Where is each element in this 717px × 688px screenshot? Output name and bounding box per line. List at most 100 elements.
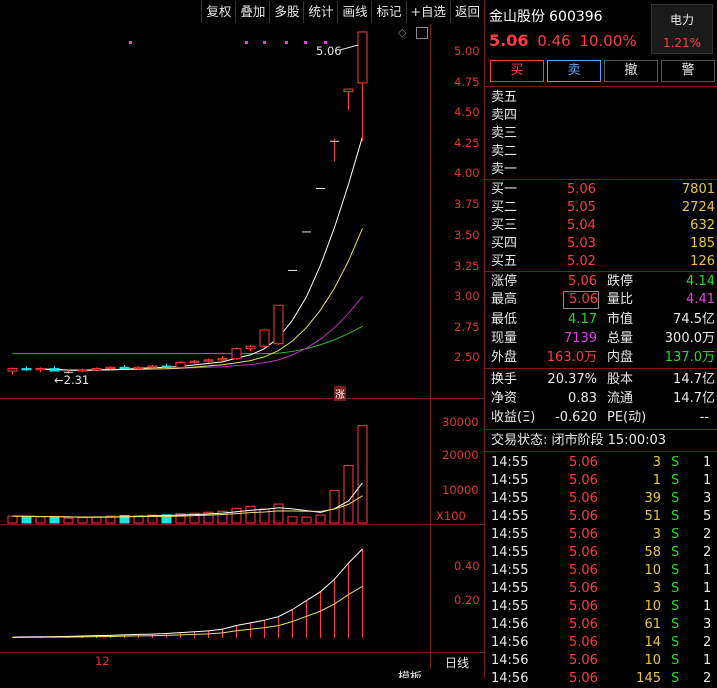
- alert-button[interactable]: 警: [661, 60, 715, 82]
- price-tick: 2.50: [454, 350, 480, 364]
- price-tick: 3.25: [454, 259, 480, 273]
- stat-label: PE(动): [607, 410, 647, 425]
- toolbar-add-watchlist-button[interactable]: +自选: [405, 1, 450, 23]
- tick-time: 14:56: [491, 653, 529, 668]
- ask-row[interactable]: 卖四: [491, 107, 715, 125]
- candle-body: [105, 366, 116, 370]
- bid-row[interactable]: 买二 5.05 2724: [491, 199, 715, 217]
- eps-value: -0.620: [555, 410, 597, 425]
- stat-label: 量比: [607, 292, 634, 307]
- tick-price: 5.06: [569, 599, 598, 614]
- bid-price: 5.04: [567, 218, 596, 233]
- tick-count: 2: [703, 545, 712, 560]
- divider: [485, 451, 717, 452]
- candle-body: [147, 365, 158, 368]
- bid-row[interactable]: 买一 5.06 7801: [491, 181, 715, 199]
- candle-body: [259, 329, 270, 347]
- tick-time: 14:55: [491, 599, 529, 614]
- date-label: 12: [95, 654, 110, 668]
- toolbar-fuquan-button[interactable]: 复权: [201, 1, 235, 23]
- buy-button[interactable]: 买: [490, 60, 544, 82]
- divider: [485, 179, 717, 180]
- toolbar-mark-button[interactable]: 标记: [371, 1, 405, 23]
- period-button[interactable]: 日线: [445, 654, 469, 671]
- tick-count: 2: [703, 527, 712, 542]
- price-tick: 2.75: [454, 320, 480, 334]
- ask-row[interactable]: 卖三: [491, 125, 715, 143]
- tick-count: 1: [703, 563, 712, 578]
- high-marker-label: 5.06: [316, 44, 342, 58]
- price-tick: 4.25: [454, 136, 480, 150]
- bid-price: 5.03: [567, 236, 596, 251]
- volume-tick: 20000: [442, 448, 479, 462]
- tick-row: 14:55 5.06 10 S 1: [491, 598, 715, 616]
- ask-row[interactable]: 卖五: [491, 89, 715, 107]
- volume-bar: [273, 503, 284, 524]
- candle-body: [245, 345, 256, 350]
- volume-bar: [7, 515, 18, 524]
- toolbar-overlay-button[interactable]: 叠加: [235, 1, 269, 23]
- bid-volume: 185: [690, 236, 715, 251]
- bid-row[interactable]: 买五 5.02 126: [491, 253, 715, 271]
- bid-row[interactable]: 买三 5.04 632: [491, 217, 715, 235]
- stat-label: 现量: [491, 331, 518, 346]
- stock-title: 金山股份 600396: [489, 6, 603, 26]
- turnover-value: 20.37%: [547, 372, 597, 387]
- bid-row[interactable]: 买四 5.03 185: [491, 235, 715, 253]
- tick-time: 14:55: [491, 491, 529, 506]
- float-value: 14.7亿: [673, 391, 715, 406]
- cancel-order-button[interactable]: 撤: [604, 60, 658, 82]
- ask-row[interactable]: 卖二: [491, 143, 715, 161]
- stat-label: 最低: [491, 312, 518, 327]
- tick-price: 5.06: [569, 617, 598, 632]
- stat-label: 换手: [491, 372, 518, 387]
- low-value: 4.17: [568, 312, 597, 327]
- stat-label: 最高: [491, 292, 518, 307]
- tick-count: 1: [703, 581, 712, 596]
- tick-count: 1: [703, 473, 712, 488]
- tick-row: 14:55 5.06 1 S 1: [491, 472, 715, 490]
- limit-up-value: 5.06: [568, 274, 597, 289]
- ma-line-white: [40, 136, 363, 371]
- tick-time: 14:55: [491, 545, 529, 560]
- ask-row[interactable]: 卖一: [491, 161, 715, 179]
- tick-count: 3: [703, 491, 712, 506]
- pe-value: --: [699, 410, 709, 425]
- volume-bar: [245, 505, 256, 524]
- sector-box[interactable]: 电力 1.21%: [651, 4, 713, 54]
- toolbar-back-button[interactable]: 返回: [449, 1, 484, 23]
- stat-label: 跌停: [607, 274, 634, 289]
- volume-bar: [77, 516, 88, 524]
- divider: [485, 368, 717, 369]
- toolbar-drawline-button[interactable]: 画线: [337, 1, 371, 23]
- template-tab[interactable]: 模板: [398, 668, 422, 678]
- tick-row: 14:55 5.06 39 S 3: [491, 490, 715, 508]
- candle-body: [189, 360, 200, 363]
- tick-row: 14:56 5.06 61 S 3: [491, 616, 715, 634]
- price-tick: 3.50: [454, 228, 480, 242]
- sell-button[interactable]: 卖: [547, 60, 601, 82]
- high-marker-arrow: [339, 44, 359, 51]
- tick-side: S: [671, 473, 680, 488]
- candle-body: [161, 365, 172, 368]
- tick-count: 1: [703, 455, 712, 470]
- price-tick: 4.00: [454, 166, 480, 180]
- bid-volume: 632: [690, 218, 715, 233]
- tick-row: 14:55 5.06 3 S 1: [491, 580, 715, 598]
- indicator-tick: 0.40: [454, 559, 480, 573]
- ask-label: 卖三: [491, 126, 518, 141]
- candle-body: [21, 368, 32, 371]
- candle-body: [273, 304, 284, 345]
- toolbar-stats-button[interactable]: 统计: [303, 1, 337, 23]
- tick-price: 5.06: [569, 545, 598, 560]
- total-volume-value: 300.0万: [664, 331, 715, 346]
- tick-time: 14:55: [491, 527, 529, 542]
- toolbar-multistock-button[interactable]: 多股: [269, 1, 303, 23]
- stock-name: 金山股份: [489, 9, 545, 25]
- tick-time: 14:55: [491, 563, 529, 578]
- stats-row: 最低 4.17 市值 74.5亿: [491, 311, 715, 329]
- kline-chart-area[interactable]: 复权 叠加 多股 统计 画线 标记 +自选 返回 ◇ 5.00 4.75 4.5…: [0, 0, 484, 678]
- bid-volume: 126: [690, 254, 715, 269]
- tick-time: 14:56: [491, 635, 529, 650]
- tick-volume: 39: [644, 491, 661, 506]
